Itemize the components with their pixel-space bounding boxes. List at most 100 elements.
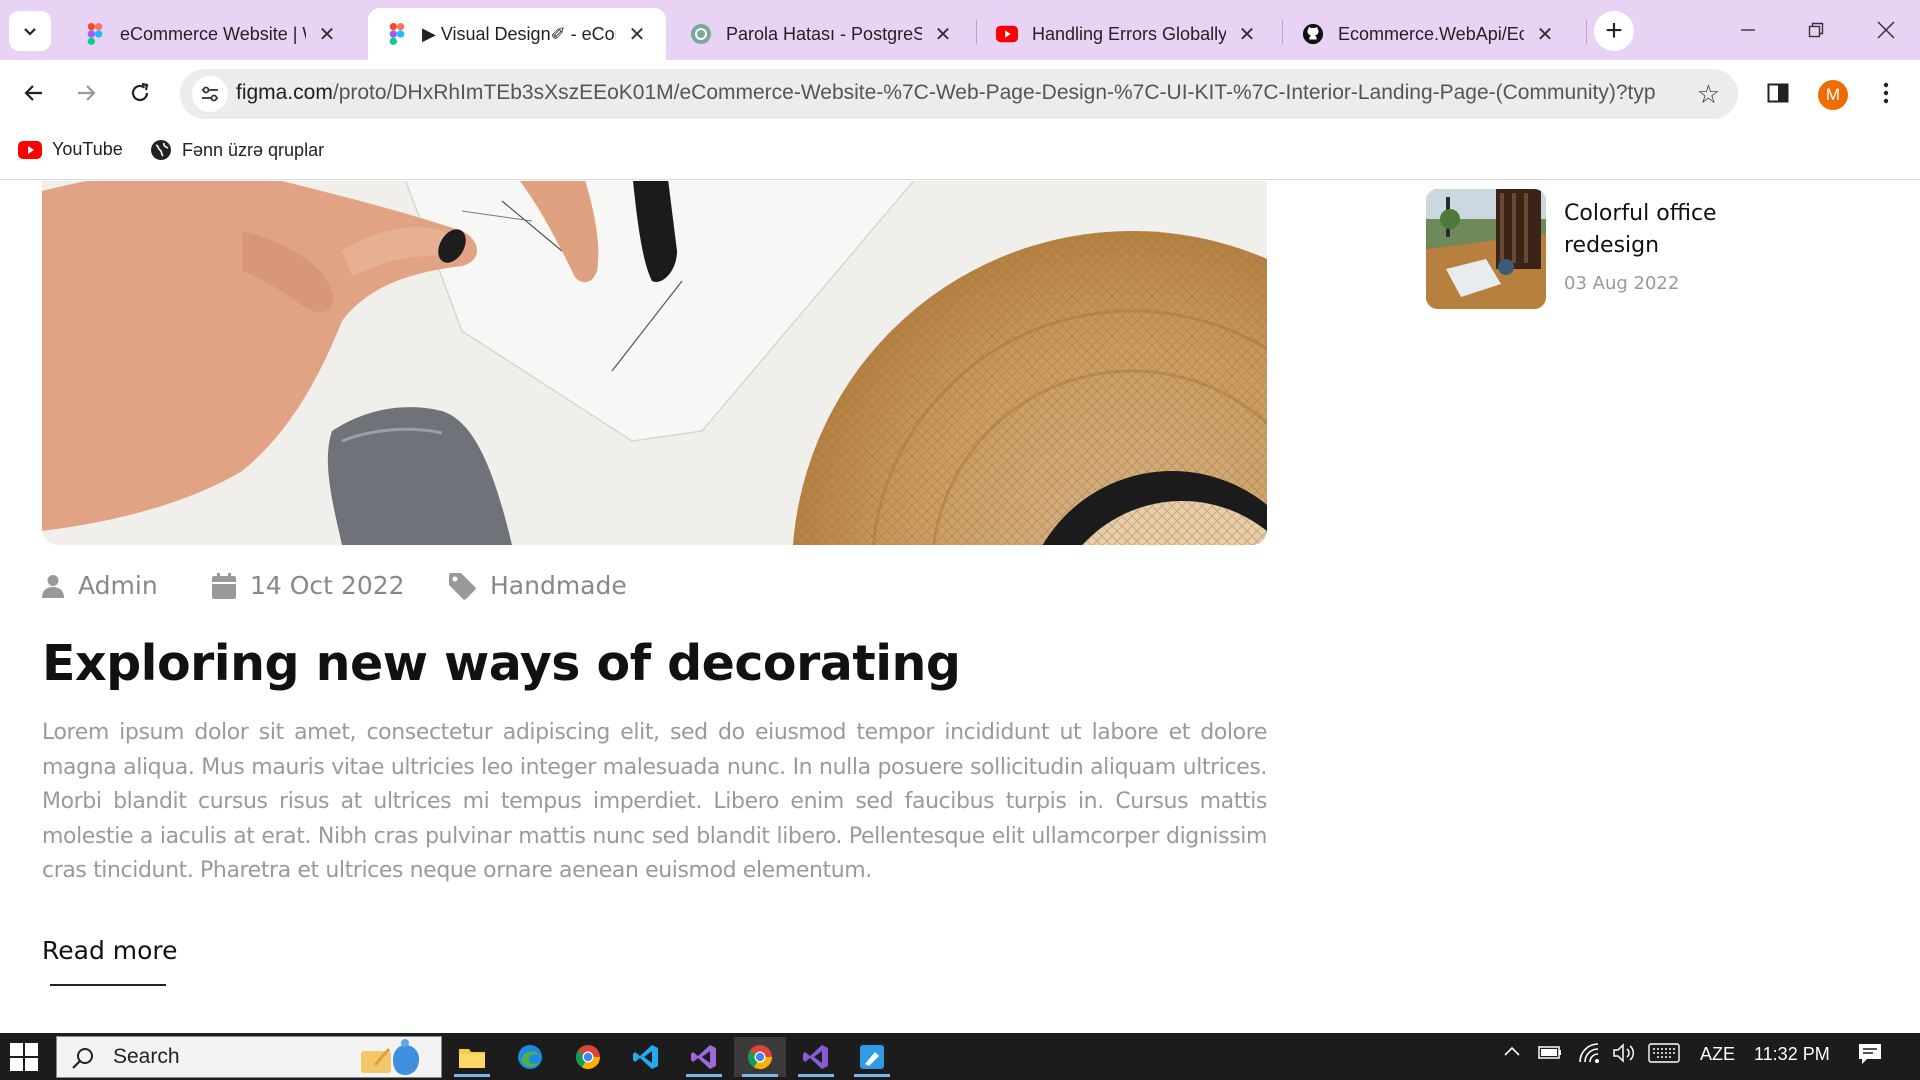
restore-button[interactable] — [1794, 12, 1838, 48]
tab-postgres-error[interactable]: Parola Hatası - PostgreSQL ✕ — [672, 8, 972, 60]
url-domain: figma.com — [236, 81, 333, 104]
browser-menu-button[interactable] — [1866, 73, 1906, 113]
tab-search-button[interactable] — [9, 11, 51, 51]
site-info-button[interactable] — [192, 76, 228, 112]
chevron-up-icon — [1504, 1046, 1520, 1056]
post-category: Handmade — [448, 571, 627, 600]
taskbar-visual-studio[interactable] — [678, 1037, 730, 1077]
close-icon[interactable]: ✕ — [316, 23, 338, 46]
volume-icon[interactable] — [1612, 1042, 1636, 1069]
reload-button[interactable] — [120, 73, 160, 113]
bookmark-fenn-qruplar[interactable]: Fənn üzrə qruplar — [150, 139, 324, 161]
start-button[interactable] — [10, 1043, 38, 1071]
address-bar[interactable]: figma.com/proto/DHxRhImTEb3sXszEEoK01M/e… — [180, 69, 1738, 119]
forward-button[interactable] — [66, 73, 106, 113]
battery-icon[interactable] — [1538, 1043, 1562, 1066]
input-language[interactable]: AZE — [1700, 1044, 1735, 1065]
bookmark-star-icon[interactable]: ☆ — [1697, 79, 1720, 110]
post-title[interactable]: Exploring new ways of decorating — [42, 635, 961, 692]
tab-title: Ecommerce.WebApi/Ecommerce — [1338, 23, 1524, 44]
visual-studio-icon — [803, 1045, 828, 1069]
recent-post-title[interactable]: Colorful office redesign — [1564, 198, 1764, 262]
tune-icon — [202, 86, 218, 102]
tab-ecommerce-website[interactable]: eCommerce Website | Web Page Design ✕ — [66, 8, 356, 60]
browser-toolbar: figma.com/proto/DHxRhImTEb3sXszEEoK01M/e… — [0, 60, 1920, 126]
tab-strip: eCommerce Website | Web Page Design ✕ ▶ … — [0, 0, 1920, 60]
close-icon — [1877, 21, 1895, 39]
youtube-icon — [996, 23, 1018, 45]
tab-github-repo[interactable]: Ecommerce.WebApi/Ecommerce ✕ — [1284, 8, 1574, 60]
taskbar-search-box[interactable]: Search — [56, 1036, 442, 1078]
globe-icon — [150, 139, 172, 161]
minimize-icon — [1741, 29, 1755, 31]
tab-title: Parola Hatası - PostgreSQL — [726, 23, 922, 44]
tab-title: ▶ Visual Design✐ - eCommerce — [422, 23, 616, 44]
tab-visual-design[interactable]: ▶ Visual Design✐ - eCommerce ✕ — [368, 8, 666, 60]
github-icon — [1302, 23, 1324, 45]
taskbar-paint-app[interactable] — [846, 1037, 898, 1077]
youtube-icon — [18, 140, 42, 159]
post-category-text[interactable]: Handmade — [490, 571, 627, 600]
calendar-icon — [212, 572, 236, 599]
tag-icon — [448, 572, 476, 600]
bookmark-label: YouTube — [52, 139, 123, 159]
tab-title: Handling Errors Globally — [1032, 23, 1226, 44]
taskbar-visual-studio-2[interactable] — [790, 1037, 842, 1077]
prototype-viewport: Admin 14 Oct 2022 Handmade Exploring new… — [0, 181, 1920, 1033]
close-window-button[interactable] — [1864, 12, 1908, 48]
side-panel-icon — [1767, 83, 1789, 103]
arrow-left-icon — [24, 85, 42, 101]
figma-icon — [84, 23, 106, 45]
read-more-underline — [50, 984, 166, 986]
folder-icon — [459, 1049, 485, 1068]
tab-title: eCommerce Website | Web Page Design — [120, 23, 306, 44]
side-panel-button[interactable] — [1758, 73, 1798, 113]
notifications-icon[interactable] — [1858, 1043, 1882, 1070]
new-tab-button[interactable]: + — [1594, 11, 1634, 51]
minimize-button[interactable] — [1726, 12, 1770, 48]
user-icon — [42, 574, 64, 598]
close-icon[interactable]: ✕ — [1236, 23, 1258, 46]
reload-icon — [131, 82, 149, 102]
taskbar-vscode[interactable] — [620, 1037, 672, 1077]
read-more-link[interactable]: Read more — [42, 936, 178, 965]
windows-logo-icon — [10, 1043, 38, 1071]
paint-icon — [860, 1045, 884, 1069]
taskbar-search-label: Search — [113, 1045, 180, 1068]
tab-separator — [1282, 20, 1283, 44]
post-date: 14 Oct 2022 — [212, 571, 405, 600]
chevron-down-icon — [24, 28, 36, 36]
url-text[interactable]: figma.com/proto/DHxRhImTEb3sXszEEoK01M/e… — [236, 81, 1656, 105]
blog-post-hero-image — [42, 181, 1267, 545]
plus-icon: + — [1605, 14, 1623, 47]
keyboard-icon[interactable] — [1648, 1043, 1680, 1068]
windows-taskbar: Search AZE 11:32 PM — [0, 1033, 1920, 1080]
taskbar-file-explorer[interactable] — [446, 1037, 498, 1077]
edge-icon — [518, 1045, 542, 1069]
chrome-icon — [747, 1045, 772, 1070]
show-hidden-icons[interactable] — [1502, 1041, 1522, 1066]
taskbar-chrome[interactable] — [562, 1037, 614, 1077]
running-indicator — [686, 1074, 722, 1077]
profile-avatar[interactable]: M — [1818, 80, 1848, 110]
post-date-text: 14 Oct 2022 — [250, 571, 405, 600]
close-icon[interactable]: ✕ — [932, 23, 954, 46]
tab-handling-errors[interactable]: Handling Errors Globally ✕ — [978, 8, 1276, 60]
taskbar-chrome-active[interactable] — [734, 1037, 786, 1077]
figma-icon — [386, 23, 408, 45]
tab-separator — [1586, 20, 1587, 44]
close-icon[interactable]: ✕ — [626, 23, 648, 46]
post-author: Admin — [42, 571, 158, 600]
back-button[interactable] — [14, 73, 54, 113]
more-vertical-icon — [1883, 82, 1889, 104]
arrow-right-icon — [78, 85, 96, 101]
recent-post-thumbnail[interactable] — [1426, 189, 1546, 309]
taskbar-edge[interactable] — [504, 1037, 556, 1077]
visual-studio-icon — [691, 1045, 716, 1069]
bookmark-youtube[interactable]: YouTube — [18, 139, 123, 160]
close-icon[interactable]: ✕ — [1534, 23, 1556, 46]
running-indicator — [454, 1074, 490, 1077]
wifi-icon[interactable] — [1578, 1042, 1600, 1069]
system-clock[interactable]: 11:32 PM — [1754, 1044, 1830, 1065]
vscode-icon — [633, 1045, 658, 1069]
